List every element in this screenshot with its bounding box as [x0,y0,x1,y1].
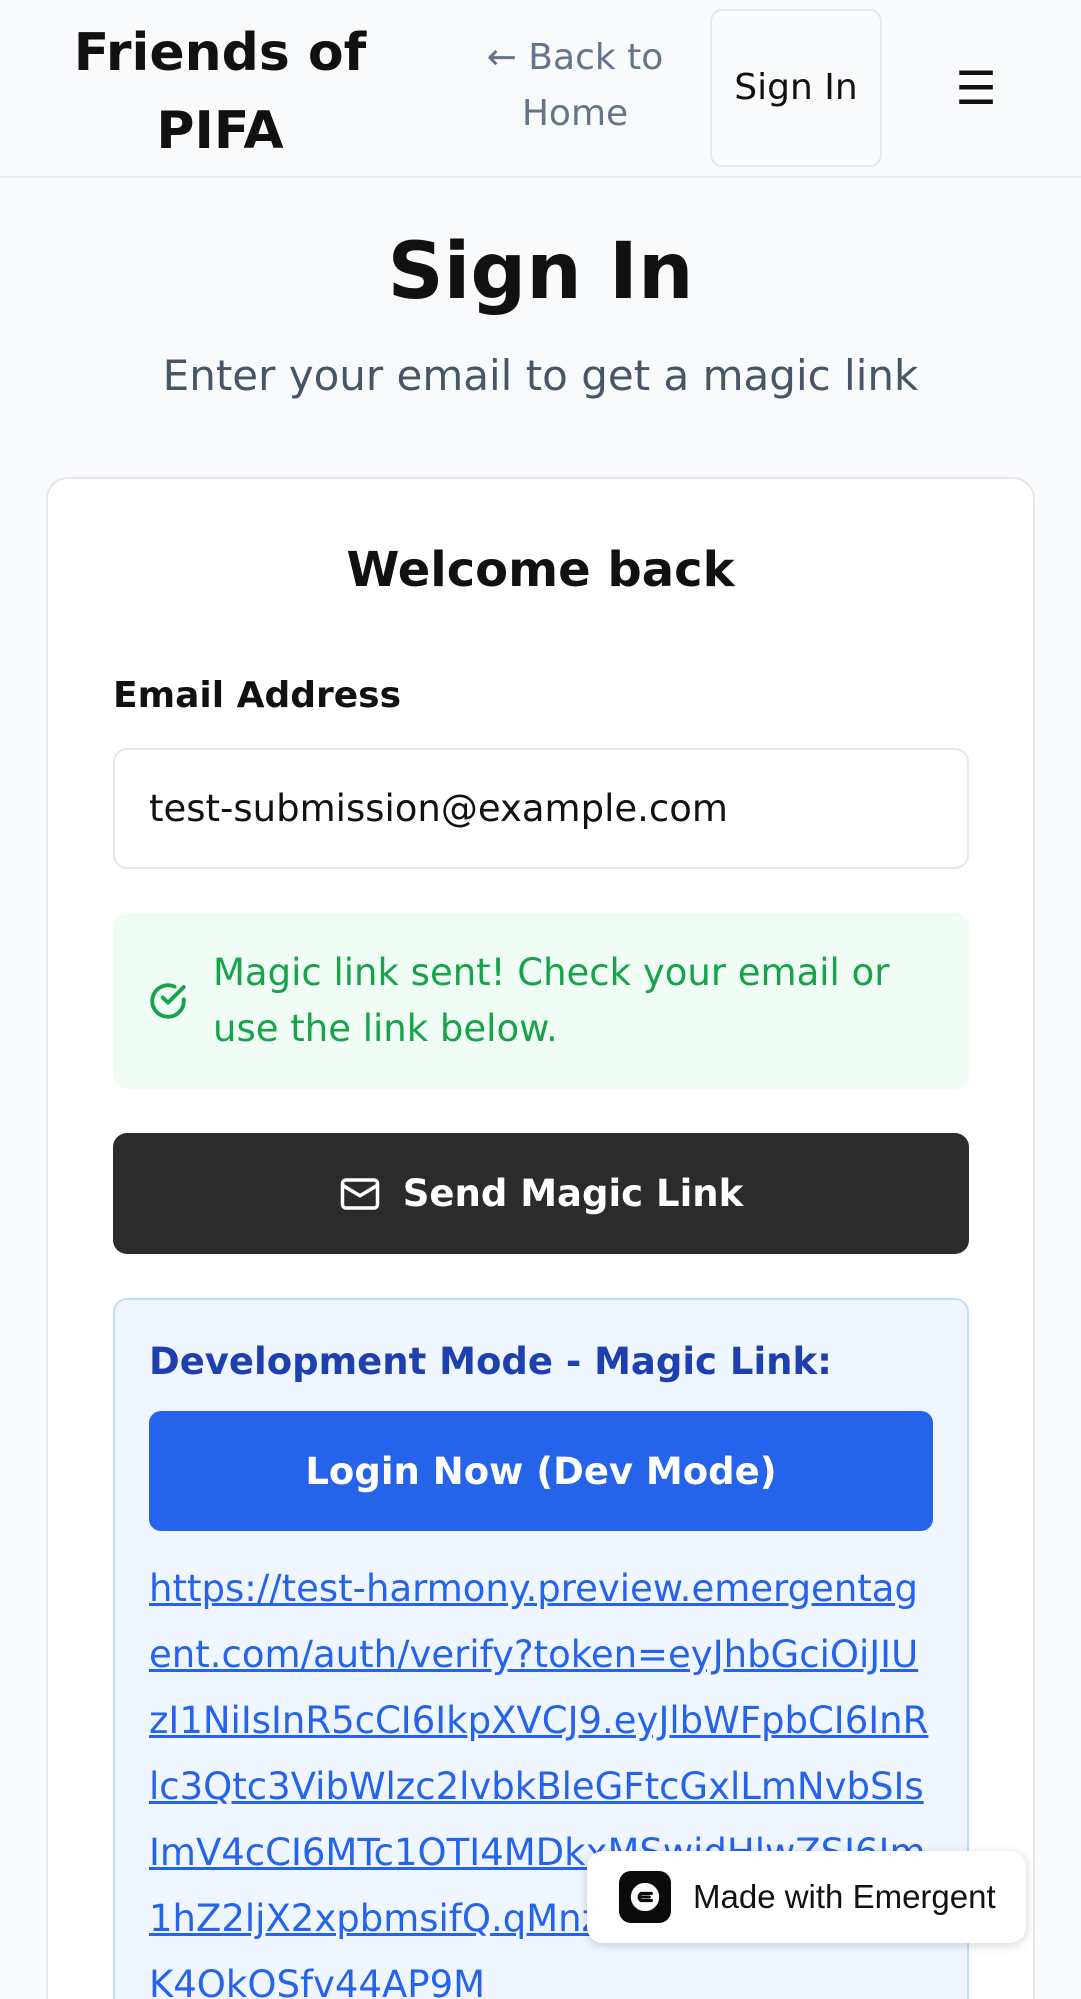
back-to-home-link[interactable]: ← Back to Home [470,30,680,142]
made-with-emergent-badge[interactable]: Made with Emergent [587,1851,1026,1943]
sign-in-nav-button[interactable]: Sign In [710,9,882,167]
brand-logo-text[interactable]: Friends of PIFA [40,14,400,170]
send-magic-link-label: Send Magic Link [402,1172,744,1215]
mail-icon [340,1177,380,1210]
email-input[interactable] [113,748,969,869]
top-navigation: Friends of PIFA ← Back to Home Sign In ☰ [0,0,1081,178]
success-message: Magic link sent! Check your email or use… [213,951,890,1050]
check-circle-icon [150,983,186,1019]
dev-mode-title: Development Mode - Magic Link: [149,1340,832,1383]
page-subtitle: Enter your email to get a magic link [162,351,919,400]
page-title: Sign In [387,227,694,317]
card-title: Welcome back [346,542,735,598]
emergent-logo-icon [619,1871,671,1923]
login-now-dev-button[interactable]: Login Now (Dev Mode) [149,1411,933,1531]
email-label: Email Address [113,675,402,716]
badge-text: Made with Emergent [693,1878,996,1915]
send-magic-link-button[interactable]: Send Magic Link [113,1133,969,1254]
menu-icon[interactable]: ☰ [950,56,1002,120]
